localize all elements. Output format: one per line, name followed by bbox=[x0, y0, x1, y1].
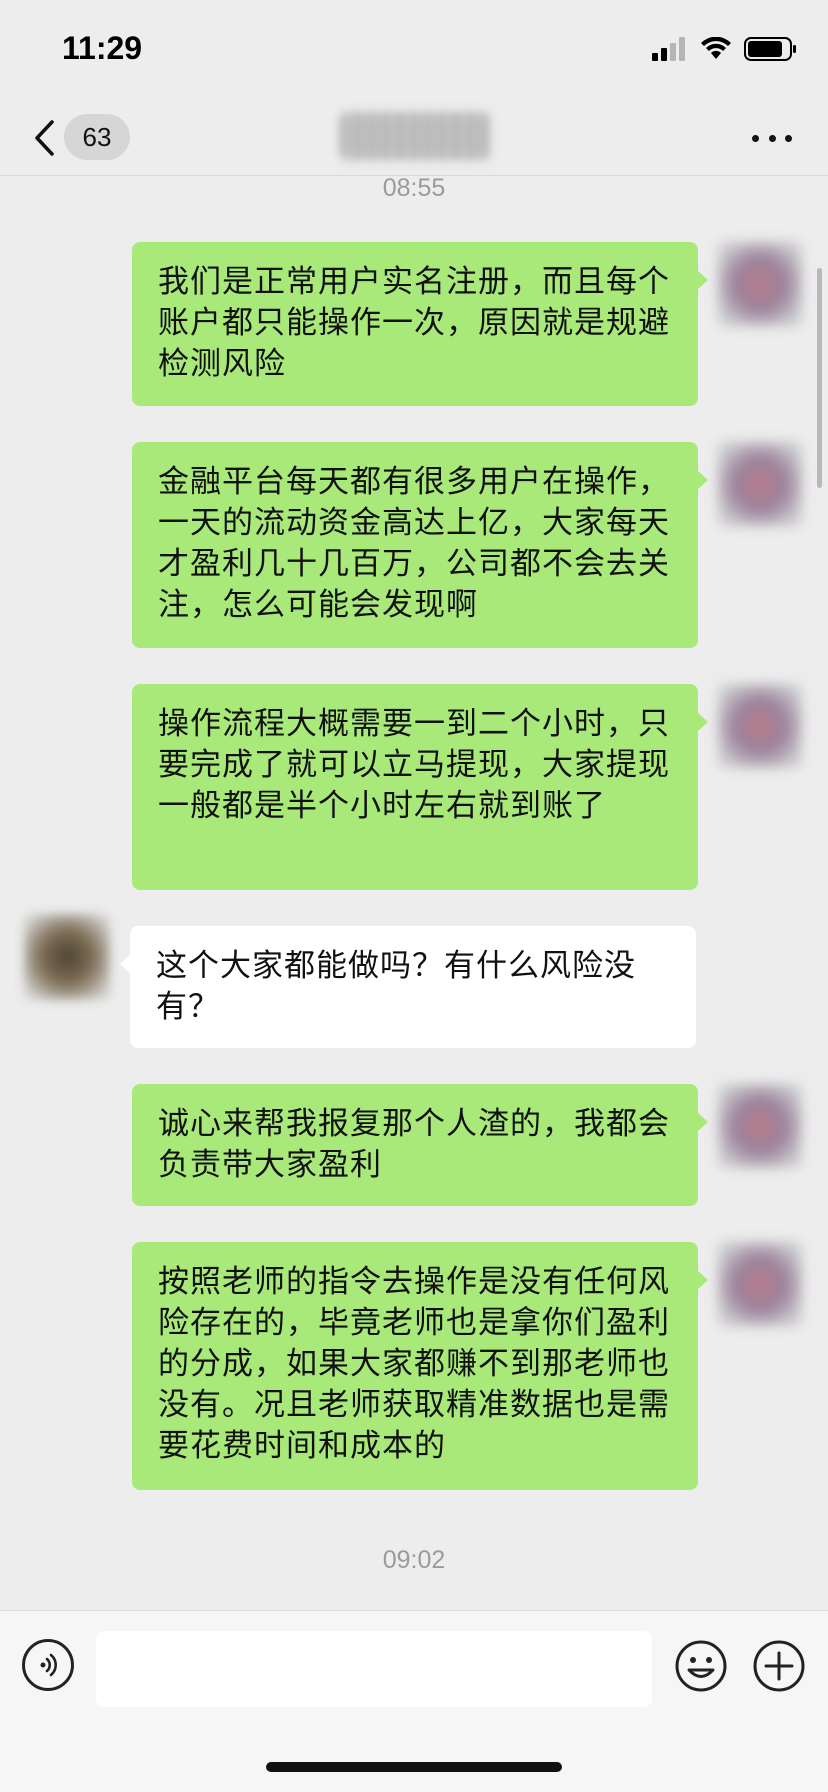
timestamp: 09:02 bbox=[382, 1546, 446, 1574]
cellular-signal-icon bbox=[652, 37, 685, 61]
my-avatar[interactable] bbox=[718, 442, 802, 526]
more-options-button[interactable] bbox=[752, 124, 792, 152]
voice-button[interactable] bbox=[22, 1639, 74, 1691]
emoji-icon[interactable] bbox=[674, 1639, 728, 1693]
timestamp: 08:55 bbox=[382, 174, 446, 202]
scrollbar[interactable] bbox=[817, 268, 822, 488]
outgoing-message[interactable]: 我们是正常用户实名注册，而且每个账户都只能操作一次，原因就是规避检测风险 bbox=[132, 242, 708, 406]
my-avatar[interactable] bbox=[718, 242, 802, 326]
more-dot-icon bbox=[785, 134, 792, 142]
chat-header: 63 bbox=[0, 100, 828, 176]
more-dot-icon bbox=[752, 134, 759, 142]
voice-icon bbox=[40, 1653, 57, 1677]
message-input[interactable] bbox=[96, 1631, 652, 1707]
unread-count-badge[interactable]: 63 bbox=[64, 114, 130, 160]
my-avatar[interactable] bbox=[718, 1242, 802, 1326]
plus-icon[interactable] bbox=[752, 1639, 806, 1693]
incoming-message[interactable]: 这个大家都能做吗？有什么风险没有？ bbox=[120, 926, 696, 1048]
status-time: 11:29 bbox=[62, 30, 143, 66]
outgoing-message[interactable]: 按照老师的指令去操作是没有任何风险存在的，毕竟老师也是拿你们盈利的分成，如果大家… bbox=[132, 1242, 708, 1490]
outgoing-message[interactable]: 操作流程大概需要一到二个小时，只要完成了就可以立马提现，大家提现一般都是半个小时… bbox=[132, 684, 708, 890]
contact-avatar[interactable] bbox=[24, 914, 110, 1000]
outgoing-message[interactable]: 金融平台每天都有很多用户在操作，一天的流动资金高达上亿，大家每天才盈利几十几百万… bbox=[132, 442, 708, 648]
status-icons bbox=[652, 36, 798, 62]
more-dot-icon bbox=[768, 134, 776, 142]
battery-icon bbox=[744, 37, 796, 61]
back-button[interactable] bbox=[26, 114, 62, 162]
contact-name-blurred bbox=[340, 112, 490, 160]
my-avatar[interactable] bbox=[718, 1084, 802, 1168]
outgoing-message[interactable]: 诚心来帮我报复那个人渣的，我都会负责带大家盈利 bbox=[132, 1084, 708, 1206]
status-bar: 11:29 bbox=[0, 0, 828, 100]
wifi-icon bbox=[701, 37, 731, 59]
chevron-left-icon bbox=[35, 120, 54, 156]
home-indicator[interactable] bbox=[266, 1762, 562, 1772]
my-avatar[interactable] bbox=[718, 684, 802, 768]
